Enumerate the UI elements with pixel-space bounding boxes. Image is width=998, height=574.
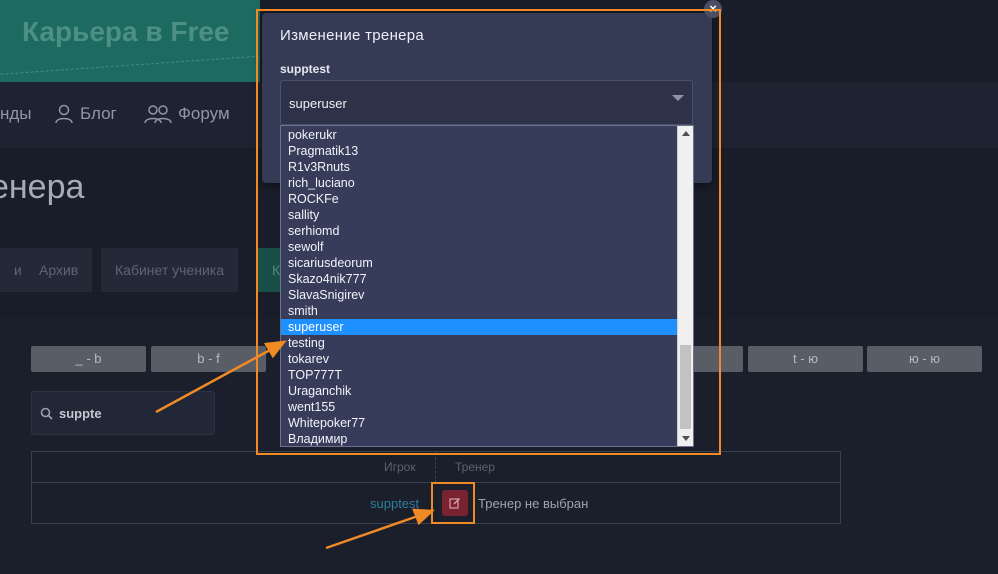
dropdown-option[interactable]: Skazo4nik777 — [281, 271, 678, 287]
modal-field-label: supptest — [280, 62, 331, 76]
trainer-select[interactable]: superuser — [280, 80, 693, 125]
close-button[interactable]: × — [704, 0, 722, 18]
dropdown-option[interactable]: superuser — [281, 319, 678, 335]
dropdown-option[interactable]: R1v3Rnuts — [281, 159, 678, 175]
dropdown-option[interactable]: serhiomd — [281, 223, 678, 239]
dropdown-option[interactable]: tokarev — [281, 351, 678, 367]
dropdown-option[interactable]: Uraganchik — [281, 383, 678, 399]
scroll-down-icon[interactable] — [682, 436, 690, 441]
dropdown-option[interactable]: ROCKFe — [281, 191, 678, 207]
dropdown-options: pokerukr Pragmatik13 R1v3Rnuts rich_luciano… — [281, 127, 678, 446]
dropdown-option[interactable]: sewolf — [281, 239, 678, 255]
scroll-up-icon[interactable] — [682, 131, 690, 136]
scrollbar-thumb[interactable] — [680, 345, 691, 429]
dropdown-option[interactable]: Pragmatik13 — [281, 143, 678, 159]
trainer-dropdown-list[interactable]: pokerukr Pragmatik13 R1v3Rnuts rich_luciano… — [280, 125, 694, 447]
dropdown-option[interactable]: TOP777T — [281, 367, 678, 383]
dropdown-option[interactable]: sallity — [281, 207, 678, 223]
dropdown-option[interactable]: sicariusdeorum — [281, 255, 678, 271]
dropdown-option[interactable]: smith — [281, 303, 678, 319]
dropdown-scrollbar[interactable] — [677, 126, 693, 446]
trainer-select-value: superuser — [289, 96, 347, 111]
modal-title: Изменение тренера — [280, 27, 425, 44]
dropdown-option[interactable]: testing — [281, 335, 678, 351]
dropdown-option[interactable]: rich_luciano — [281, 175, 678, 191]
dropdown-option[interactable]: went155 — [281, 399, 678, 415]
dropdown-option[interactable]: Владимир — [281, 431, 678, 446]
chevron-down-icon — [672, 95, 684, 101]
dropdown-option[interactable]: Whitepoker77 — [281, 415, 678, 431]
dropdown-option[interactable]: pokerukr — [281, 127, 678, 143]
dropdown-option[interactable]: SlavaSnigirev — [281, 287, 678, 303]
